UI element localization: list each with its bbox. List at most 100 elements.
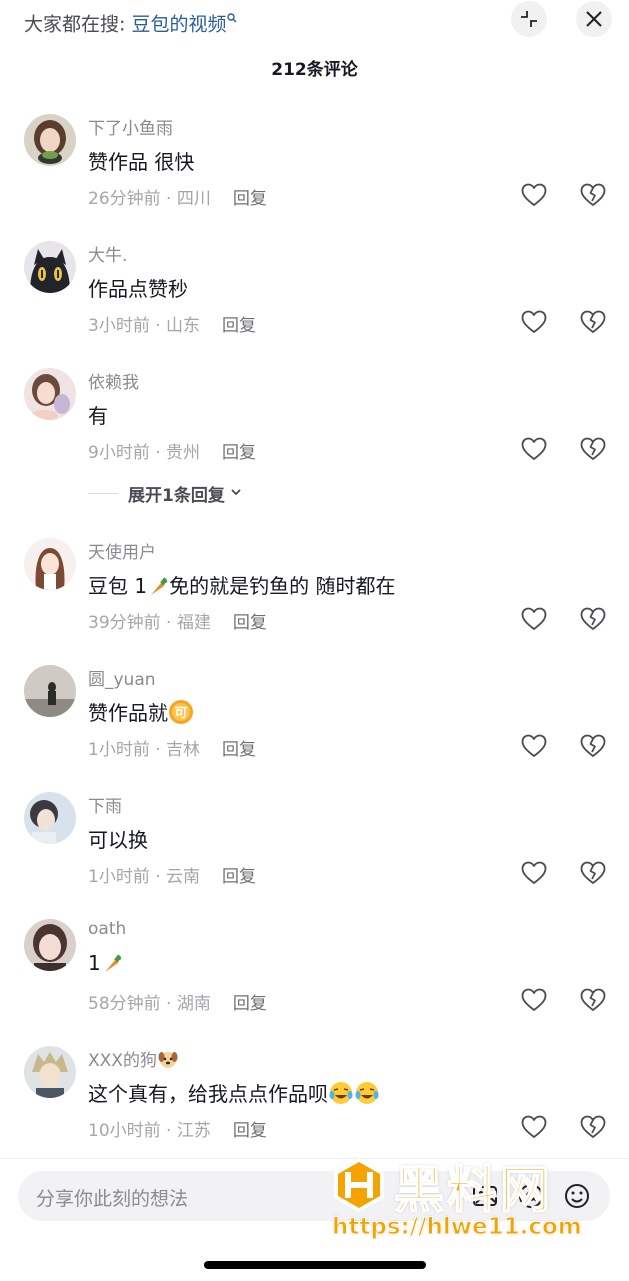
like-button[interactable] [520,435,548,463]
svg-text:可: 可 [174,706,187,721]
reply-button[interactable]: 回复 [233,994,267,1014]
comment-username[interactable]: oath [88,919,126,939]
comment-time-location: 3小时前 · 山东 [88,316,201,336]
carrot-emoji [147,575,169,597]
like-button[interactable] [520,181,548,209]
comment-text-part: 免的就是钓鱼的 随时都在 [169,574,396,598]
comment-text: 赞作品 很快 [88,150,195,174]
avatar[interactable] [24,368,76,420]
dislike-button[interactable] [579,605,607,633]
comment-username[interactable]: 圆_yuan [88,665,156,690]
comment-meta: 39分钟前 · 福建 回复 [88,608,267,633]
comment-item: 圆_yuan 赞作品就可 1小时前 · 吉林 回复 [0,657,629,784]
collapse-button[interactable] [511,1,547,37]
heart-outline-icon [520,732,548,760]
comment-list: 下了小鱼雨 赞作品 很快 26分钟前 · 四川 回复 大牛. 作品点赞秒 3小时… [0,106,629,1165]
comment-username[interactable]: 下雨 [88,792,122,817]
comment-meta: 1小时前 · 吉林 回复 [88,735,256,760]
comment-username[interactable]: 大牛. [88,241,127,266]
comment-item: oath 1 58分钟前 · 湖南 回复 [0,911,629,1038]
like-button[interactable] [520,605,548,633]
comment-text: 赞作品就可 [88,697,194,726]
carrot-emoji [101,952,123,974]
comment-username[interactable]: XXX的狗 [88,1046,179,1071]
avatar[interactable] [24,114,76,166]
comment-time-location: 1小时前 · 云南 [88,867,201,887]
avatar[interactable] [24,1046,76,1098]
dislike-button[interactable] [579,732,607,760]
broken-heart-icon [579,308,607,336]
avatar[interactable] [24,665,76,717]
watermark-logo-icon [330,1156,388,1218]
dislike-button[interactable] [579,181,607,209]
dislike-button[interactable] [579,986,607,1014]
reply-button[interactable]: 回复 [222,867,256,887]
dislike-button[interactable] [579,308,607,336]
heart-outline-icon [520,1113,548,1141]
broken-heart-icon [579,1113,607,1141]
crying-laughing-emoji [328,1080,354,1106]
comment-meta: 3小时前 · 山东 回复 [88,311,256,336]
trending-search-hint[interactable]: 大家都在搜: 豆包的视频 [24,6,237,37]
comment-item: 下雨 可以换 1小时前 · 云南 回复 [0,784,629,911]
chevron-down-icon [229,484,243,503]
comment-time-location: 9小时前 · 贵州 [88,443,201,463]
collapse-arrows-icon [519,9,539,29]
broken-heart-icon [579,181,607,209]
heart-outline-icon [520,986,548,1014]
like-button[interactable] [520,1113,548,1141]
reply-button[interactable]: 回复 [233,189,267,209]
reply-button[interactable]: 回复 [222,316,256,336]
broken-heart-icon [579,859,607,887]
comment-username-text: XXX的狗 [88,1051,157,1071]
like-button[interactable] [520,986,548,1014]
avatar[interactable] [24,241,76,293]
broken-heart-icon [579,435,607,463]
heart-outline-icon [520,605,548,633]
comment-meta: 58分钟前 · 湖南 回复 [88,989,267,1014]
dislike-button[interactable] [579,859,607,887]
comment-text-part: 赞作品就 [88,701,168,725]
comment-meta: 10小时前 · 江苏 回复 [88,1116,267,1141]
comment-item: 下了小鱼雨 赞作品 很快 26分钟前 · 四川 回复 [0,106,629,233]
heart-outline-icon [520,308,548,336]
watermark-title: 黑料网 [393,1160,553,1220]
avatar[interactable] [24,919,76,971]
reply-button[interactable]: 回复 [222,740,256,760]
comment-username[interactable]: 天使用户 [88,538,156,563]
like-button[interactable] [520,308,548,336]
comment-text: 这个真有，给我点点作品呗 [88,1078,380,1107]
comment-text: 1 [88,951,123,975]
comment-username[interactable]: 依赖我 [88,368,139,393]
search-hint-prefix: 大家都在搜: [24,13,126,36]
reply-button[interactable]: 回复 [233,613,267,633]
dislike-button[interactable] [579,1113,607,1141]
avatar[interactable] [24,538,76,590]
comment-item: XXX的狗 这个真有，给我点点作品呗 10小时前 · 江苏 回复 [0,1038,629,1165]
top-bar: 大家都在搜: 豆包的视频 [0,0,629,40]
expand-replies-button[interactable]: 展开1条回复 [88,481,243,506]
coin-ke-emoji: 可 [168,699,194,725]
comment-item: 天使用户 豆包 1 免的就是钓鱼的 随时都在 39分钟前 · 福建 回复 [0,530,629,657]
reply-button[interactable]: 回复 [222,443,256,463]
home-indicator[interactable] [204,1261,426,1269]
watermark-url: https://hlwe11.com [332,1214,583,1241]
broken-heart-icon [579,986,607,1014]
broken-heart-icon [579,605,607,633]
avatar[interactable] [24,792,76,844]
watermark: 黑料网 https://hlwe11.com [328,1156,614,1252]
reply-button[interactable]: 回复 [233,1121,267,1141]
crying-laughing-emoji [354,1080,380,1106]
like-button[interactable] [520,732,548,760]
comment-username[interactable]: 下了小鱼雨 [88,114,173,139]
search-hint-term[interactable]: 豆包的视频 [131,13,226,35]
comment-text-part: 1 [88,951,101,975]
comment-time-location: 1小时前 · 吉林 [88,740,201,760]
comment-time-location: 39分钟前 · 福建 [88,613,211,633]
dislike-button[interactable] [579,435,607,463]
like-button[interactable] [520,859,548,887]
heart-outline-icon [520,859,548,887]
comment-meta: 26分钟前 · 四川 回复 [88,184,267,209]
close-button[interactable] [576,1,612,37]
search-icon [227,6,237,32]
